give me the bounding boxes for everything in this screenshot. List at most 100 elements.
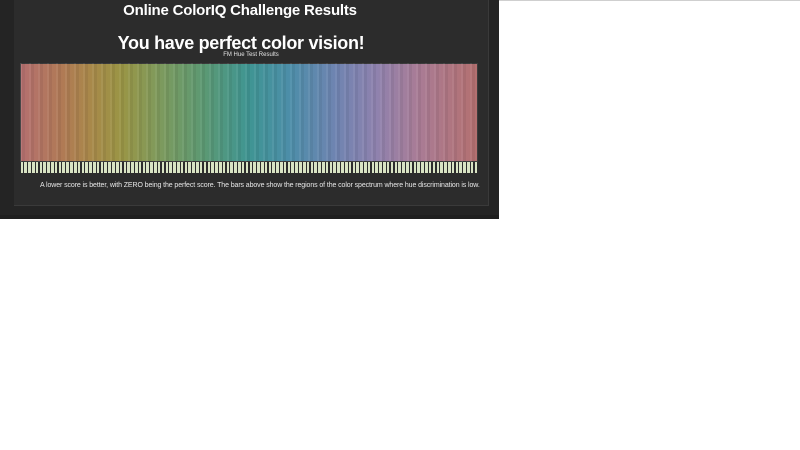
score-bar (100, 162, 104, 173)
score-bar (425, 162, 428, 173)
score-bar (47, 162, 50, 173)
score-bar (54, 162, 58, 173)
score-bar (390, 162, 394, 173)
score-bar (142, 162, 146, 173)
score-bar (154, 162, 157, 173)
score-bar (131, 162, 134, 173)
score-bar (96, 162, 100, 173)
window-top-border (499, 0, 800, 1)
results-window: Online ColorIQ Challenge Results You hav… (0, 0, 499, 219)
score-bar (215, 162, 218, 173)
score-bar (207, 162, 211, 173)
score-bar (364, 162, 367, 173)
score-bar (257, 162, 260, 173)
score-bar (161, 162, 165, 173)
score-bar (432, 162, 436, 173)
score-bar (283, 162, 287, 173)
score-bar (241, 162, 245, 173)
score-bar (302, 162, 306, 173)
score-bar (104, 162, 108, 173)
score-bar (173, 162, 176, 173)
score-bar (299, 162, 302, 173)
score-bar (447, 162, 451, 173)
score-bar (146, 162, 150, 173)
score-bar (405, 162, 409, 173)
score-bar (268, 162, 272, 173)
score-bar (394, 162, 398, 173)
score-bar (383, 162, 386, 173)
chart-caption: FM Hue Test Results (223, 52, 279, 58)
score-bar (337, 162, 340, 173)
score-bar (287, 162, 291, 173)
score-bar (272, 162, 275, 173)
score-bar (280, 162, 283, 173)
score-bar (409, 162, 413, 173)
score-bar (89, 162, 92, 173)
score-bar (402, 162, 405, 173)
score-bar (470, 162, 474, 173)
score-bar (66, 162, 69, 173)
score-bar (211, 162, 214, 173)
score-bar (28, 162, 31, 173)
score-bar (135, 162, 138, 173)
score-bar (428, 162, 432, 173)
score-bar (150, 162, 153, 173)
score-bar (318, 162, 321, 173)
score-bar (138, 162, 142, 173)
score-bar (176, 162, 180, 173)
score-bar (238, 162, 241, 173)
score-bar (413, 162, 417, 173)
score-bar (352, 162, 356, 173)
score-bar (386, 162, 390, 173)
score-bar (260, 162, 264, 173)
score-bar (249, 162, 253, 173)
score-bar (188, 162, 192, 173)
score-bar (35, 162, 39, 173)
score-bar (196, 162, 199, 173)
score-bar (474, 162, 478, 173)
score-bar (356, 162, 359, 173)
score-bar (234, 162, 237, 173)
score-bar (245, 162, 249, 173)
score-bar (451, 162, 455, 173)
score-bar (360, 162, 363, 173)
score-bar (222, 162, 226, 173)
score-bar (329, 162, 333, 173)
score-bar (58, 162, 62, 173)
score-bar (127, 162, 130, 173)
hue-spectrum-texture (20, 63, 478, 162)
score-bar (180, 162, 184, 173)
score-bar (306, 162, 310, 173)
score-bar (276, 162, 279, 173)
score-bar (348, 162, 352, 173)
score-bar (108, 162, 111, 173)
score-explanation: A lower score is better, with ZERO being… (40, 182, 480, 189)
score-bar (199, 162, 203, 173)
score-bar (314, 162, 317, 173)
score-bar (264, 162, 268, 173)
score-bar (467, 162, 470, 173)
score-bar (367, 162, 371, 173)
score-bar (62, 162, 66, 173)
score-bar (436, 162, 440, 173)
score-bar (165, 162, 169, 173)
score-bar (112, 162, 115, 173)
score-bar (341, 162, 344, 173)
score-bar (93, 162, 96, 173)
score-bar (444, 162, 447, 173)
window-bottom-edge (0, 215, 499, 219)
score-bar (123, 162, 127, 173)
score-bar (77, 162, 81, 173)
score-bar (333, 162, 337, 173)
score-bar (440, 162, 443, 173)
score-bar (322, 162, 325, 173)
score-bar (184, 162, 188, 173)
score-bar (43, 162, 46, 173)
score-bar (398, 162, 401, 173)
score-bar (85, 162, 88, 173)
score-bar (157, 162, 161, 173)
score-bar (115, 162, 119, 173)
score-bar (421, 162, 424, 173)
score-bar (203, 162, 207, 173)
score-bar (375, 162, 379, 173)
